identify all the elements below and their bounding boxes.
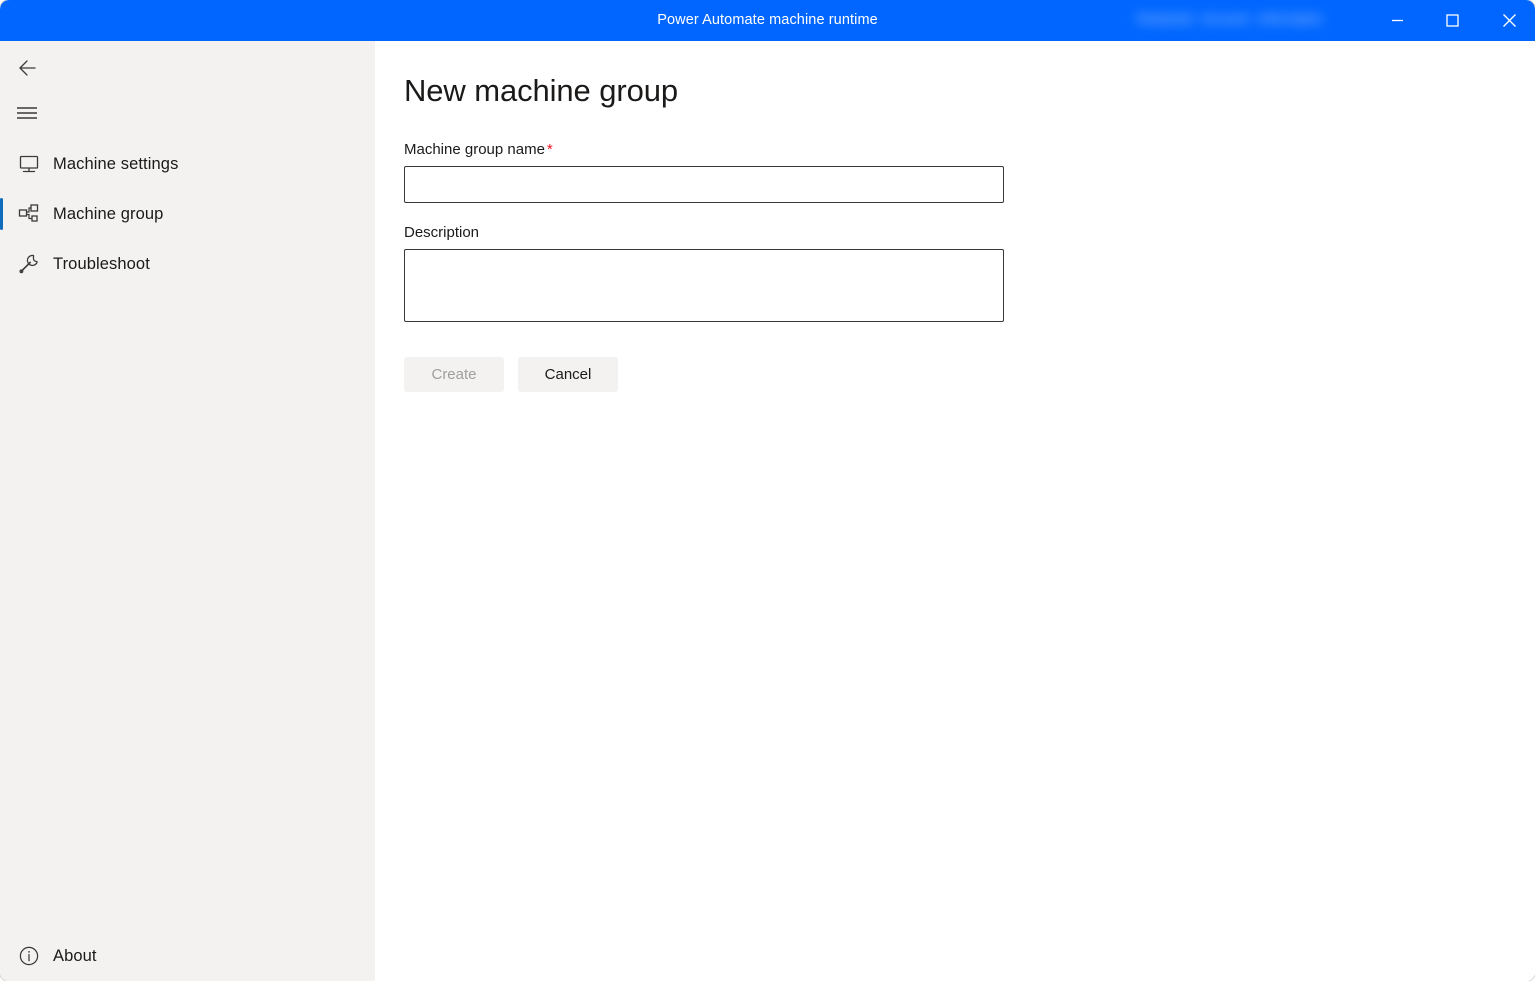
field-machine-group-name: Machine group name * [404, 141, 1005, 203]
hamburger-icon [15, 104, 39, 127]
form-actions: Create Cancel [404, 357, 1005, 392]
description-input[interactable] [404, 249, 1004, 322]
description-label: Description [404, 224, 480, 241]
title-bar: Power Automate machine runtime Redacted … [0, 0, 1535, 41]
window-title: Power Automate machine runtime [657, 12, 878, 28]
back-button[interactable] [6, 49, 48, 91]
navigation-menu-button[interactable] [6, 94, 48, 136]
cancel-button[interactable]: Cancel [518, 357, 618, 392]
minimize-button[interactable] [1374, 0, 1421, 41]
close-icon [1502, 13, 1517, 28]
sidebar-item-label: Troubleshoot [53, 254, 150, 273]
machine-group-name-label: Machine group name * [404, 141, 1005, 158]
sidebar-item-label: About [53, 946, 97, 965]
sidebar: Machine settings Machine group Troublesh… [0, 41, 375, 981]
maximize-icon [1446, 14, 1459, 27]
maximize-button[interactable] [1429, 0, 1476, 41]
sidebar-item-machine-group[interactable]: Machine group [0, 189, 375, 239]
new-machine-group-form: Machine group name * Description Create C… [404, 141, 1005, 392]
required-indicator: * [546, 141, 553, 158]
create-button[interactable]: Create [404, 357, 504, 392]
sidebar-item-label: Machine settings [53, 154, 179, 173]
sidebar-item-machine-settings[interactable]: Machine settings [0, 139, 375, 189]
wrench-icon [14, 249, 44, 279]
app-window: Power Automate machine runtime Redacted … [0, 0, 1535, 981]
page-title: New machine group [404, 73, 679, 108]
machine-group-name-label-text: Machine group name [404, 141, 545, 158]
sidebar-nav-list: Machine settings Machine group Troublesh… [0, 139, 375, 289]
arrow-left-icon [14, 55, 40, 86]
machine-group-icon [14, 199, 44, 229]
field-description: Description [404, 224, 1005, 327]
close-button[interactable] [1486, 0, 1533, 41]
sidebar-item-label: Machine group [53, 204, 164, 223]
monitor-icon [14, 149, 44, 179]
main-content: New machine group Machine group name * De… [375, 41, 1535, 981]
info-icon [14, 941, 44, 971]
minimize-icon [1391, 14, 1404, 27]
machine-group-name-input[interactable] [404, 166, 1004, 203]
sidebar-item-about[interactable]: About [0, 931, 375, 981]
sidebar-item-troubleshoot[interactable]: Troubleshoot [0, 239, 375, 289]
